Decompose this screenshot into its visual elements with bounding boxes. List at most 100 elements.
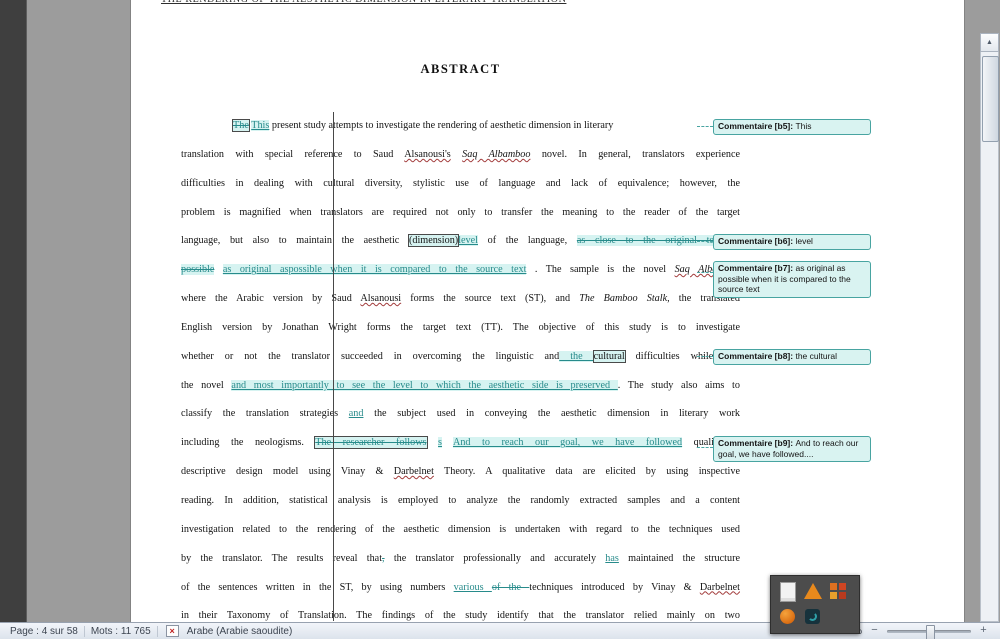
text-segment: level: [458, 235, 478, 247]
text-segment: of the language: [478, 235, 565, 247]
text-segment: descriptive design model using Vinay &: [181, 466, 394, 478]
text-segment: and most importantly to see the level to…: [231, 379, 618, 391]
swoosh-icon[interactable]: [805, 609, 820, 624]
comment-label: Commentaire [b6]:: [718, 236, 796, 246]
comment-label: Commentaire [b9]:: [718, 438, 796, 448]
status-separator: [156, 625, 158, 637]
text-segment: various: [453, 581, 492, 593]
comment-connector: [697, 356, 713, 358]
text-segment: Theory. A qualitative data are elicited …: [433, 466, 740, 478]
text-segment: whether or not the translator succeeded …: [181, 350, 560, 362]
text-segment: forms the source text (ST), and: [401, 293, 580, 305]
text-segment: possible: [181, 264, 215, 276]
document-line: where the Arabic version by Saud Alsanou…: [181, 285, 740, 314]
text-segment: the translator professionally and accura…: [384, 552, 606, 564]
text-segment: The Bamboo Stalk,: [579, 293, 670, 305]
text-segment: translation with special reference to Sa…: [181, 148, 405, 160]
circle-icon[interactable]: [780, 609, 795, 624]
scrollbar-track[interactable]: [980, 52, 999, 622]
triangle-icon[interactable]: [804, 583, 822, 599]
word-window: THE RENDERING OF THE AESTHETIC DIMENSION…: [0, 0, 1000, 639]
text-segment: by the translator. The results reveal th…: [181, 552, 383, 564]
document-line: including the neologisms. The researcher…: [181, 429, 740, 458]
document-page[interactable]: THE RENDERING OF THE AESTHETIC DIMENSION…: [130, 0, 965, 622]
text-segment: investigation related to the rendering o…: [181, 523, 740, 535]
language-indicator[interactable]: Arabe (Arabie saoudite): [181, 626, 299, 637]
text-segment: novel. In general, translators experienc…: [530, 148, 740, 160]
text-segment: techniques introduced by Vinay &: [529, 581, 700, 593]
comment-balloon-b7[interactable]: Commentaire [b7]: as original as possibl…: [713, 261, 871, 298]
document-line: reading. In addition, statistical analys…: [181, 487, 740, 516]
text-segment: [214, 264, 222, 275]
scrollbar-thumb[interactable]: [982, 56, 999, 142]
text-segment: . The sample is the novel: [526, 264, 675, 276]
comment-balloon-b9[interactable]: Commentaire [b9]: And to reach our goal,…: [713, 436, 871, 462]
text-segment: reading. In addition, statistical analys…: [181, 494, 740, 506]
text-segment: as original aspossible when it is compar…: [222, 264, 527, 276]
text-segment: English version by Jonathan Wright forms…: [181, 321, 740, 333]
document-line: classify the translation strategies and …: [181, 400, 740, 429]
text-segment: [451, 149, 462, 160]
comment-balloon-b6[interactable]: Commentaire [b6]: level: [713, 234, 871, 250]
text-segment: (dimension): [407, 234, 460, 248]
zoom-in-button[interactable]: +: [977, 624, 990, 638]
document-icon[interactable]: [780, 582, 796, 602]
text-segment: of the sentences written in the ST, by u…: [181, 581, 454, 593]
tray-popup: [770, 575, 860, 634]
text-segment: ,: [564, 235, 577, 247]
text-segment: problem is magnified when translators ar…: [181, 206, 740, 218]
text-segment: [427, 437, 439, 448]
comment-text: This: [795, 121, 812, 131]
document-line: of the sentences written in the ST, by u…: [181, 574, 740, 603]
text-segment: in their Taxonomy of Translation. The fi…: [181, 610, 740, 622]
document-line: in their Taxonomy of Translation. The fi…: [181, 602, 740, 622]
comment-label: Commentaire [b5]:: [718, 121, 796, 131]
document-line: difficulties in dealing with cultural di…: [181, 170, 740, 199]
comment-text: the cultural: [795, 351, 838, 361]
document-line: by the translator. The results reveal th…: [181, 545, 740, 574]
text-segment: difficulties in dealing with cultural di…: [181, 177, 740, 189]
comment-label: Commentaire [b7]:: [718, 263, 796, 273]
comment-connector: [697, 272, 713, 274]
text-segment: including the neologisms.: [181, 437, 316, 449]
text-segment: This: [251, 120, 270, 131]
comment-balloon-b8[interactable]: Commentaire [b8]: the cultural: [713, 349, 871, 365]
text-segment: Alsanousi: [360, 293, 402, 305]
proofing-status-icon[interactable]: ×: [165, 625, 179, 637]
document-line: descriptive design model using Vinay & D…: [181, 458, 740, 487]
status-bar-left: Page : 4 sur 58 Mots : 11 765 × Arabe (A…: [0, 625, 298, 637]
document-line: language, but also to maintain the aesth…: [181, 227, 740, 256]
text-segment: classify the translation strategies: [181, 408, 349, 420]
page-count-indicator[interactable]: Page : 4 sur 58: [4, 626, 84, 637]
comment-balloon-b5[interactable]: Commentaire [b5]: This: [713, 119, 871, 135]
text-segment: of the: [491, 581, 530, 593]
zoom-slider-thumb[interactable]: [926, 624, 935, 639]
text-segment: The: [232, 119, 250, 132]
vertical-scrollbar[interactable]: ▲: [980, 0, 1000, 622]
text-segment: The researcher follows: [314, 436, 428, 450]
grid-icon[interactable]: [830, 583, 846, 599]
document-line: English version by Jonathan Wright forms…: [181, 314, 740, 343]
document-line: whether or not the translator succeeded …: [181, 343, 740, 372]
text-segment: the novel: [181, 379, 232, 391]
text-segment: Darbelnet: [699, 581, 740, 593]
comment-label: Commentaire [b8]:: [718, 351, 796, 361]
document-lines[interactable]: The This present study attempts to inves…: [181, 112, 740, 622]
text-segment: the subject used in conveying the aesthe…: [363, 408, 740, 420]
zoom-slider[interactable]: [887, 624, 971, 639]
text-segment: And to reach our goal, we have followed: [452, 437, 683, 449]
text-segment: has: [605, 552, 619, 564]
scroll-up-icon[interactable]: ▲: [980, 33, 999, 52]
document-line: possible as original aspossible when it …: [181, 256, 740, 285]
document-line: investigation related to the rendering o…: [181, 516, 740, 545]
zoom-out-button[interactable]: −: [868, 624, 881, 638]
text-segment: [442, 437, 453, 448]
text-segment: present study attempts to investigate th…: [269, 120, 614, 131]
text-segment: cultural: [592, 349, 626, 363]
word-count-indicator[interactable]: Mots : 11 765: [85, 626, 157, 637]
document-line: the novel and most importantly to see th…: [181, 372, 740, 401]
text-segment: and: [348, 408, 364, 420]
text-segment: Alsanousi's: [404, 148, 451, 160]
left-panel-edge: [0, 0, 27, 622]
text-segment: . The study also aims to: [617, 379, 740, 391]
